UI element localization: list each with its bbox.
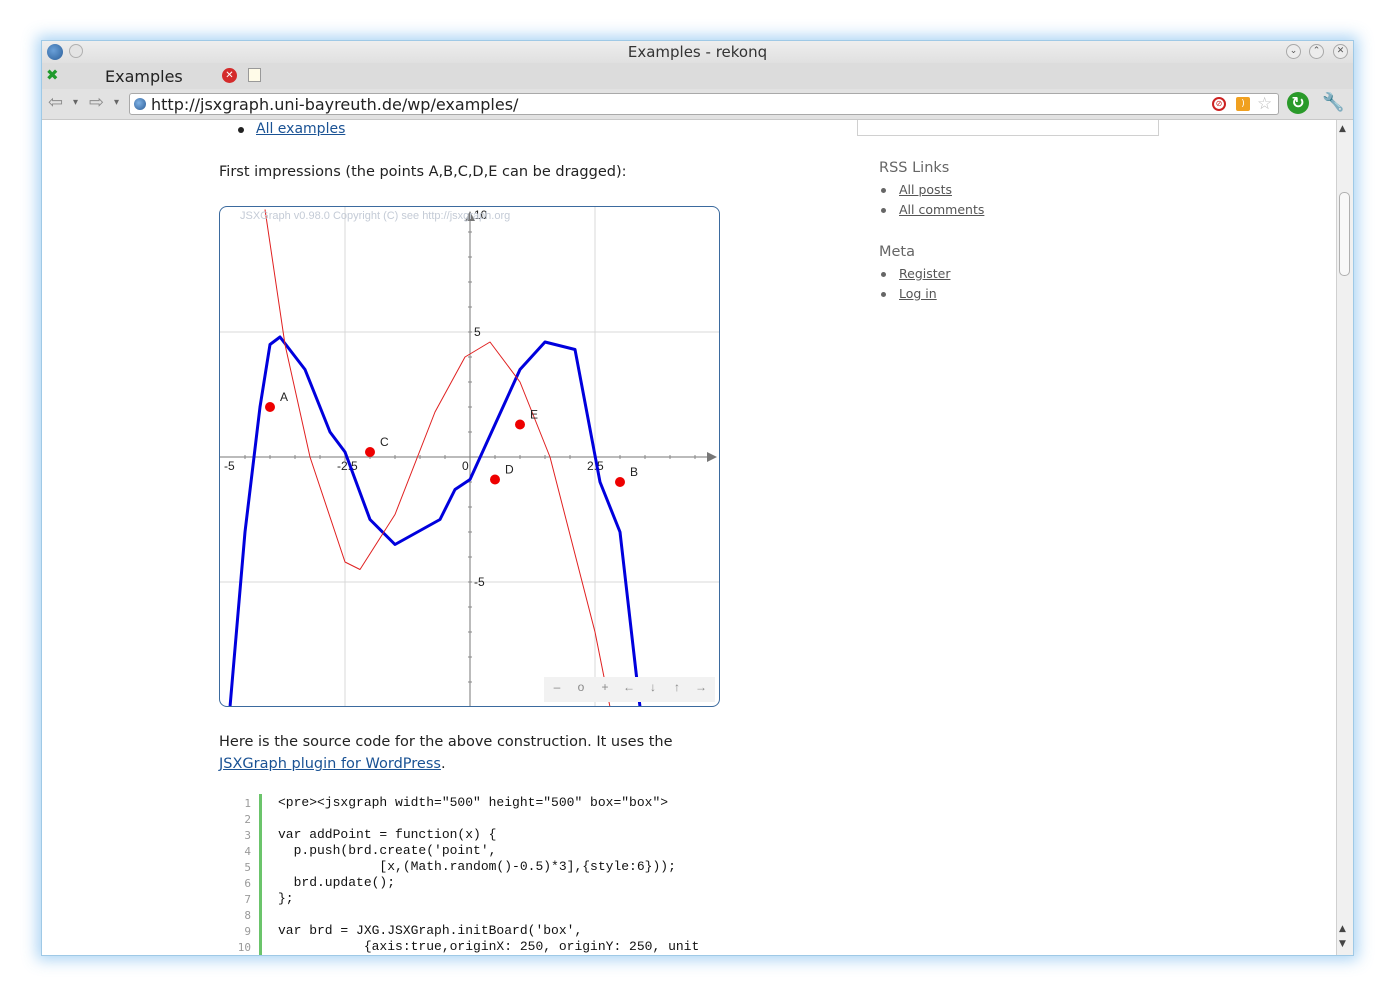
code-line: [x,(Math.random()-0.5)*3],{style:6})); xyxy=(278,859,676,874)
jsxgraph-favicon-icon: ✖ xyxy=(46,66,59,84)
point-label: C xyxy=(380,435,389,449)
code-line: brd.update(); xyxy=(278,875,396,890)
line-number: 8 xyxy=(244,909,251,922)
source-description: Here is the source code for the above co… xyxy=(219,731,739,775)
all-comments-link[interactable]: All comments xyxy=(899,202,984,217)
pan-left-button[interactable]: ← xyxy=(622,680,636,694)
log-in-link[interactable]: Log in xyxy=(899,286,937,301)
tab-label: Examples xyxy=(105,67,183,86)
jsxgraph-board[interactable]: -5 -2.5 0 2.5 10 5 -5 A B C D E JSXGraph v0.98.0 Co… xyxy=(219,206,720,707)
code-line: }; xyxy=(278,891,294,906)
intro-text: First impressions (the points A,B,C,D,E … xyxy=(219,164,627,180)
meta-heading: Meta xyxy=(879,244,916,260)
pan-right-button[interactable]: → xyxy=(694,680,708,694)
minimize-button[interactable]: ⌄ xyxy=(1286,44,1301,59)
y-tick-label: -5 xyxy=(474,575,485,589)
back-arrow-icon[interactable]: ⇦ xyxy=(48,93,63,113)
all-posts-link[interactable]: All posts xyxy=(899,182,952,197)
vertical-scrollbar[interactable]: ▲ ▲ ▼ xyxy=(1336,120,1353,955)
close-tab-icon[interactable]: ✕ xyxy=(222,68,237,83)
register-link[interactable]: Register xyxy=(899,266,950,281)
point-C[interactable] xyxy=(365,447,375,457)
line-number: 4 xyxy=(244,845,251,858)
close-window-button[interactable]: ✕ xyxy=(1333,44,1348,59)
point-D[interactable] xyxy=(490,474,500,485)
bookmark-star-icon[interactable]: ☆ xyxy=(1257,94,1272,114)
code-line: <pre><jsxgraph width="500" height="500" … xyxy=(278,795,669,810)
line-number: 3 xyxy=(244,829,251,842)
maximize-button[interactable]: ⌃ xyxy=(1309,44,1324,59)
board-navigation: – o + ← ↓ ↑ → xyxy=(544,677,715,702)
copyright-text: JSXGraph v0.98.0 Copyright (C) see http:… xyxy=(240,210,511,222)
code-line: var brd = JXG.JSXGraph.initBoard('box', xyxy=(278,923,583,938)
x-tick-label: 0 xyxy=(462,459,469,473)
point-label: B xyxy=(630,465,638,479)
rss-feed-icon[interactable]: ) xyxy=(1236,97,1250,111)
function-plot[interactable]: -5 -2.5 0 2.5105-5ABCDE xyxy=(220,207,720,707)
scroll-up-small-arrow-icon[interactable]: ▲ xyxy=(1339,924,1346,934)
tab-examples[interactable]: ✖ Examples ✕ xyxy=(42,63,241,89)
line-number: 9 xyxy=(244,925,251,938)
x-tick-label: -5 xyxy=(224,459,235,473)
reload-icon[interactable]: ↻ xyxy=(1287,92,1309,114)
line-number: 2 xyxy=(244,813,251,826)
line-number: 6 xyxy=(244,877,251,890)
jsxgraph-plugin-link[interactable]: JSXGraph plugin for WordPress xyxy=(219,756,441,772)
scrollbar-thumb[interactable] xyxy=(1339,192,1350,276)
code-line: var addPoint = function(x) { xyxy=(278,827,497,842)
line-number: 1 xyxy=(244,797,251,810)
source-description-text: Here is the source code for the above co… xyxy=(219,734,673,750)
zoom-out-button[interactable]: – xyxy=(550,680,564,694)
point-A[interactable] xyxy=(265,402,275,412)
url-text[interactable]: http://jsxgraph.uni-bayreuth.de/wp/examp… xyxy=(151,95,518,114)
red-curve xyxy=(264,209,611,706)
title-bar: Examples - rekonq ⌄ ⌃ ✕ xyxy=(42,41,1353,63)
page-viewport: All examples First impressions (the poin… xyxy=(42,120,1336,955)
point-label: A xyxy=(280,390,288,404)
line-number: 5 xyxy=(244,861,251,874)
forward-history-chevron-icon[interactable]: ▾ xyxy=(114,97,119,108)
x-axis-arrow xyxy=(707,452,717,462)
search-box-bottom xyxy=(857,120,1159,136)
scroll-down-arrow-icon[interactable]: ▼ xyxy=(1339,939,1346,949)
line-number: 7 xyxy=(244,893,251,906)
pan-up-button[interactable]: ↑ xyxy=(670,680,684,694)
all-examples-link[interactable]: All examples xyxy=(256,121,345,137)
pan-down-button[interactable]: ↓ xyxy=(646,680,660,694)
browser-window: Examples - rekonq ⌄ ⌃ ✕ ✖ Examples ✕ ⇦ ▾… xyxy=(41,40,1354,956)
adblock-icon[interactable]: ⊘ xyxy=(1212,97,1226,111)
new-tab-icon[interactable] xyxy=(248,68,261,82)
window-title: Examples - rekonq xyxy=(627,43,768,61)
point-label: D xyxy=(505,463,514,477)
forward-arrow-icon[interactable]: ⇨ xyxy=(89,93,104,113)
source-description-end: . xyxy=(440,756,446,772)
y-tick-label: 5 xyxy=(474,325,481,339)
blue-curve xyxy=(228,335,642,706)
tools-wrench-icon[interactable]: 🔧 xyxy=(1322,92,1344,114)
globe-icon xyxy=(134,98,146,110)
point-B[interactable] xyxy=(615,477,625,487)
navigation-bar: ⇦ ▾ ⇨ ▾ http://jsxgraph.uni-bayreuth.de/… xyxy=(42,89,1353,120)
zoom-reset-button[interactable]: o xyxy=(574,680,588,694)
point-E[interactable] xyxy=(515,419,525,430)
code-line: {axis:true,originX: 250, originY: 250, u… xyxy=(278,939,700,954)
rss-links-heading: RSS Links xyxy=(879,160,950,176)
line-number: 10 xyxy=(237,941,251,954)
tab-bar: ✖ Examples ✕ xyxy=(42,63,1353,89)
scroll-up-arrow-icon[interactable]: ▲ xyxy=(1339,124,1346,134)
address-bar[interactable]: http://jsxgraph.uni-bayreuth.de/wp/examp… xyxy=(129,93,1279,115)
point-label: E xyxy=(530,408,538,422)
zoom-in-button[interactable]: + xyxy=(598,680,612,694)
code-gutter-border xyxy=(259,794,262,955)
code-line: p.push(brd.create('point', xyxy=(278,843,497,858)
code-block: 1 2 3 4 5 6 7 8 9 10 <pre><jsxgraph widt… xyxy=(225,794,785,955)
back-history-chevron-icon[interactable]: ▾ xyxy=(73,97,78,108)
